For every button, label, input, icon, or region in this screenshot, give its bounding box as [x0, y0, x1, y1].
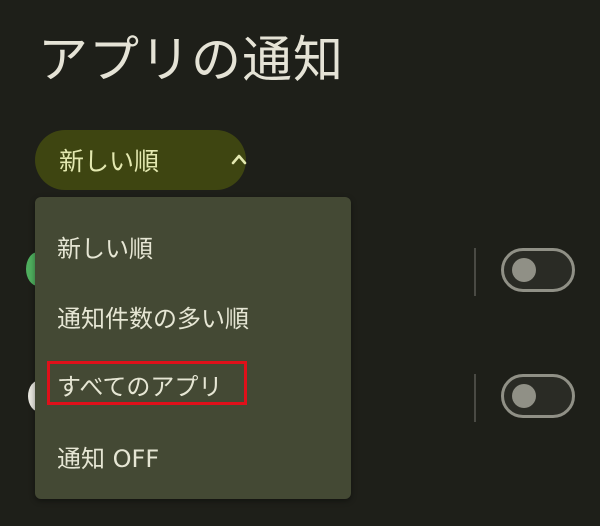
app-notification-toggle[interactable] — [501, 248, 575, 292]
app-notification-toggle[interactable] — [501, 374, 575, 418]
sort-dropdown-chip[interactable]: 新しい順 — [35, 130, 247, 190]
chevron-up-icon — [231, 153, 247, 167]
highlight-box — [47, 361, 247, 405]
toggle-knob — [512, 258, 536, 282]
page-title: アプリの通知 — [38, 31, 344, 89]
toggle-knob — [512, 384, 536, 408]
menu-item-most-notifications[interactable]: 通知件数の多い順 — [57, 299, 249, 334]
sort-selected-label: 新しい順 — [59, 147, 160, 176]
divider — [474, 374, 476, 422]
divider — [474, 248, 476, 296]
menu-item-newest[interactable]: 新しい順 — [57, 229, 153, 264]
menu-item-notifications-off[interactable]: 通知 OFF — [57, 439, 159, 474]
sort-menu: 新しい順 通知件数の多い順 すべてのアプリ 通知 OFF — [35, 197, 351, 499]
